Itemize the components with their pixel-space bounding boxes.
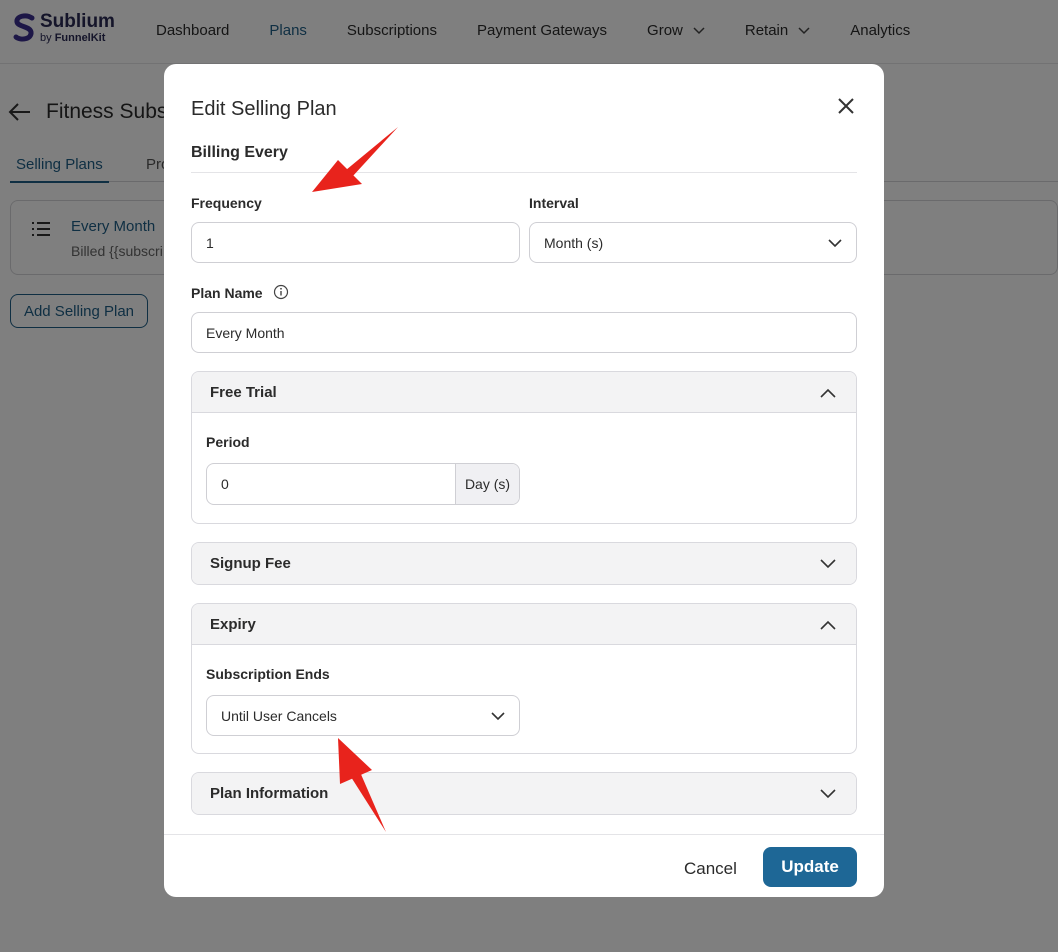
period-unit: Day (s): [455, 464, 519, 504]
divider: [191, 172, 857, 173]
subscription-ends-value: Until User Cancels: [221, 707, 337, 724]
free-trial-accordion: Free Trial Period 0 Day (s): [191, 371, 857, 524]
update-button[interactable]: Update: [763, 847, 857, 887]
expiry-title: Expiry: [210, 615, 256, 633]
subscription-ends-select[interactable]: Until User Cancels: [206, 695, 520, 736]
signup-fee-header[interactable]: Signup Fee: [192, 543, 856, 584]
modal-title: Edit Selling Plan: [191, 98, 337, 120]
period-label: Period: [206, 434, 250, 450]
chevron-down-icon: [491, 712, 505, 721]
interval-value: Month (s): [544, 234, 604, 251]
interval-select[interactable]: Month (s): [529, 222, 857, 263]
expiry-accordion: Expiry Subscription Ends Until User Canc…: [191, 603, 857, 754]
close-icon[interactable]: [836, 96, 856, 116]
free-trial-title: Free Trial: [210, 383, 277, 401]
chevron-up-icon: [820, 620, 836, 630]
plan-information-accordion: Plan Information: [191, 772, 857, 815]
chevron-down-icon: [820, 789, 836, 799]
edit-selling-plan-modal: Edit Selling Plan Billing Every Frequenc…: [164, 64, 884, 897]
subscription-ends-label: Subscription Ends: [206, 666, 330, 682]
free-trial-header[interactable]: Free Trial: [192, 372, 856, 413]
chevron-down-icon: [828, 239, 842, 248]
interval-label: Interval: [529, 195, 579, 211]
period-input-group: 0 Day (s): [206, 463, 520, 505]
billing-every-heading: Billing Every: [191, 144, 288, 161]
period-input[interactable]: 0: [207, 464, 455, 504]
info-icon[interactable]: [273, 284, 289, 300]
expiry-header[interactable]: Expiry: [192, 604, 856, 645]
frequency-label: Frequency: [191, 195, 262, 211]
plan-information-title: Plan Information: [210, 785, 329, 802]
chevron-up-icon: [820, 388, 836, 398]
cancel-button[interactable]: Cancel: [684, 859, 737, 879]
plan-information-header[interactable]: Plan Information: [192, 773, 856, 814]
chevron-down-icon: [820, 559, 836, 569]
signup-fee-title: Signup Fee: [210, 555, 291, 572]
plan-name-input[interactable]: Every Month: [191, 312, 857, 353]
plan-name-label: Plan Name: [191, 285, 263, 301]
frequency-input[interactable]: 1: [191, 222, 520, 263]
signup-fee-accordion: Signup Fee: [191, 542, 857, 585]
modal-footer: Cancel Update: [164, 834, 884, 897]
